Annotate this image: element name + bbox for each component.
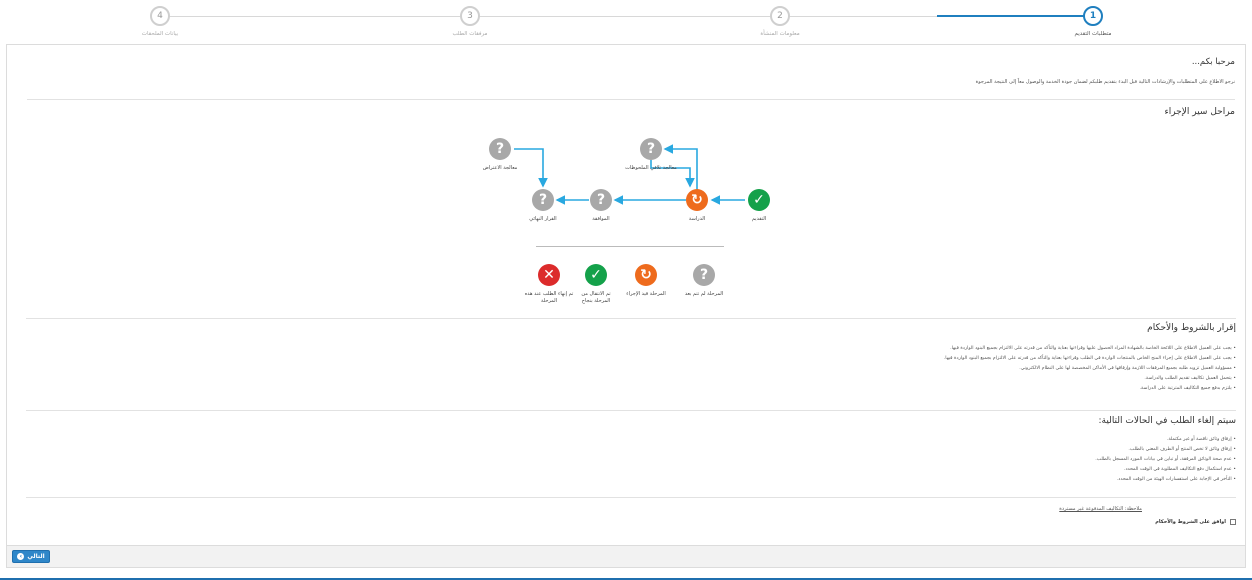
cancel-item: إرفاق وثائق ناقصة أو غير مكتملة. bbox=[1095, 435, 1236, 445]
cancel-list: إرفاق وثائق ناقصة أو غير مكتملة. إرفاق و… bbox=[1095, 435, 1236, 485]
node-objection: ? معالجة الاعتراض bbox=[465, 138, 535, 172]
agree-label: اوافق على الشروط والأحكام bbox=[1155, 519, 1226, 525]
step-facility-info[interactable]: 2 معلومات المنشأة bbox=[710, 6, 850, 37]
node-label: القرار النهائي bbox=[529, 216, 557, 222]
question-icon: ? bbox=[532, 189, 554, 211]
agree-checkbox[interactable] bbox=[1230, 519, 1236, 525]
step-label: متطلبات التقديم bbox=[1074, 31, 1112, 37]
node-label: التقديم bbox=[751, 216, 767, 222]
node-study: ↻ الدراسة bbox=[662, 189, 732, 223]
welcome-title: مرحبا بكم... bbox=[1191, 57, 1235, 67]
next-button[interactable]: التالي › bbox=[12, 550, 50, 563]
check-icon: ✓ bbox=[748, 189, 770, 211]
close-icon: ✕ bbox=[538, 264, 560, 286]
refresh-icon: ↻ bbox=[686, 189, 708, 211]
workflow-title: مراحل سير الإجراء bbox=[1164, 107, 1235, 117]
question-icon: ? bbox=[693, 264, 715, 286]
legend-terminated: ✕ تم إنهاء الطلب عند هذه المرحلة bbox=[514, 264, 584, 305]
cancel-title: سيتم إلغاء الطلب في الحالات التالية: bbox=[1098, 416, 1237, 426]
cancel-item: عدم صحة الوثائق المرفقة، أو تباين في بيا… bbox=[1095, 455, 1236, 465]
terms-item: يتحمل العميل تكاليف تقديم الطلب والدراسة… bbox=[944, 374, 1236, 384]
footer-bar: التالي › bbox=[6, 546, 1246, 568]
terms-item: يجب على العميل الاطلاع على اللائحة الخاص… bbox=[944, 344, 1236, 354]
node-final: ? القرار النهائي bbox=[508, 189, 578, 223]
terms-item: يجب على العميل الاطلاع على إجراء المنح ا… bbox=[944, 354, 1236, 364]
step-number: 4 bbox=[150, 6, 170, 26]
next-label: التالي bbox=[27, 553, 45, 560]
welcome-text: نرجو الاطلاع على المتطلبات والإرشادات ال… bbox=[975, 79, 1235, 85]
agree-terms-checkbox-row[interactable]: اوافق على الشروط والأحكام bbox=[1155, 519, 1236, 525]
cancel-item: عدم استكمال دفع التكاليف المطلوبة في الو… bbox=[1095, 465, 1236, 475]
step-attachments[interactable]: 3 مرفقات الطلب bbox=[400, 6, 540, 37]
step-number: 1 bbox=[1083, 6, 1103, 26]
step-label: مرفقات الطلب bbox=[452, 31, 488, 37]
chevron-icon: › bbox=[17, 553, 25, 560]
step-label: معلومات المنشأة bbox=[760, 31, 800, 37]
node-label: معالجة الاعتراض bbox=[482, 165, 518, 171]
terms-list: يجب على العميل الاطلاع على اللائحة الخاص… bbox=[944, 344, 1236, 394]
node-label: معالجة تلافي الملحوظات bbox=[625, 165, 677, 171]
divider bbox=[26, 497, 1236, 498]
cancel-item: إرفاق وثائق لا تخص المنتج أو الطرف المعن… bbox=[1095, 445, 1236, 455]
node-label: الدراسة bbox=[688, 216, 706, 222]
step-number: 3 bbox=[460, 6, 480, 26]
refresh-icon: ↻ bbox=[635, 264, 657, 286]
progress-stepper: 1 متطلبات التقديم 2 معلومات المنشأة 3 مر… bbox=[0, 0, 1252, 44]
check-icon: ✓ bbox=[585, 264, 607, 286]
fees-note-link[interactable]: ملاحظة: التكاليف المدفوعة غير مستردة bbox=[1059, 506, 1142, 512]
terms-title: إقرار بالشروط والأحكام bbox=[1147, 323, 1236, 333]
terms-item: مسؤولية العميل تزويد طلبه بجميع المرفقات… bbox=[944, 364, 1236, 374]
terms-item: يلتزم بدفع جميع التكاليف المترتبة على ال… bbox=[944, 384, 1236, 394]
question-icon: ? bbox=[489, 138, 511, 160]
node-submit: ✓ التقديم bbox=[724, 189, 794, 223]
divider bbox=[27, 99, 1235, 100]
step-supplements[interactable]: 4 بيانات الملحقات bbox=[90, 6, 230, 37]
legend-divider bbox=[536, 246, 724, 247]
node-remarks: ? معالجة تلافي الملحوظات bbox=[616, 138, 686, 172]
step-requirements[interactable]: 1 متطلبات التقديم bbox=[1023, 6, 1163, 37]
legend-label: تم إنهاء الطلب عند هذه المرحلة bbox=[524, 291, 574, 304]
divider bbox=[26, 318, 1236, 319]
question-icon: ? bbox=[590, 189, 612, 211]
question-icon: ? bbox=[640, 138, 662, 160]
cancel-item: التأخر في الإجابة على استفسارات الهيئة م… bbox=[1095, 475, 1236, 485]
step-label: بيانات الملحقات bbox=[141, 31, 179, 37]
divider bbox=[26, 410, 1236, 411]
step-number: 2 bbox=[770, 6, 790, 26]
